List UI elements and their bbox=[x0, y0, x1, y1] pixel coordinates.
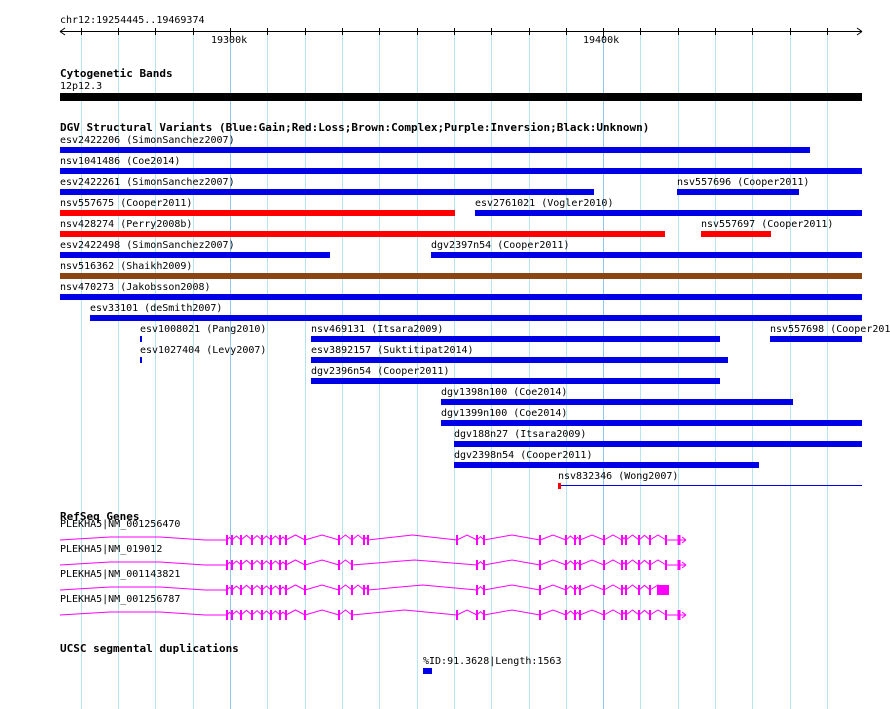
track-title-segdup[interactable]: UCSC segmental duplications bbox=[60, 643, 239, 655]
genome-browser-panel: chr12:19254445..19469374 19300k 19400k C… bbox=[0, 0, 890, 709]
segdup-label: %ID:91.3628|Length:1563 bbox=[423, 656, 562, 667]
refseq-gene-glyphs[interactable] bbox=[0, 0, 890, 709]
segdup-feature[interactable] bbox=[423, 668, 432, 674]
